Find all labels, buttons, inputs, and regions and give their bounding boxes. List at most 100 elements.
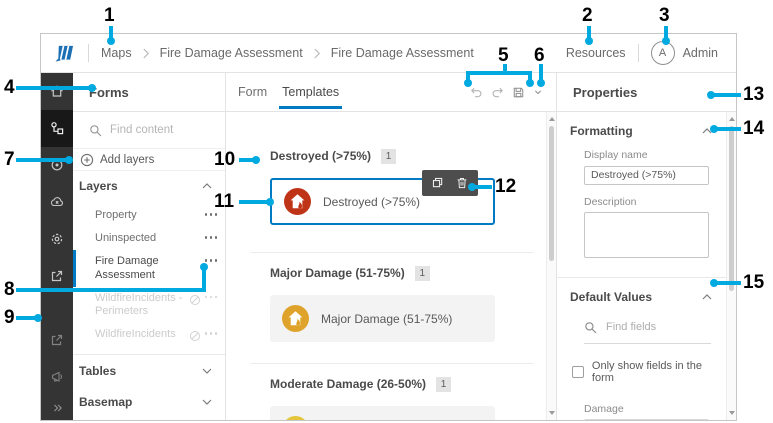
layer-name: Property: [95, 209, 137, 221]
scroll-down-arrow-icon[interactable]: [549, 411, 555, 415]
callout-number-4: 4: [4, 77, 15, 98]
breadcrumb-page: Fire Damage Assessment: [330, 46, 474, 60]
delete-trash-icon[interactable]: [455, 176, 469, 190]
chevron-up-icon[interactable]: [702, 293, 712, 300]
template-group-title: Moderate Damage (26-50%): [270, 377, 427, 391]
editor-toolbar: [469, 73, 544, 111]
callout-dot: [662, 37, 670, 45]
nav-rail: [41, 73, 73, 420]
top-bar: Maps Fire Damage Assessment Fire Damage …: [41, 34, 736, 73]
layer-item-wildfire-incidents[interactable]: WildfireIncidents: [73, 323, 225, 347]
template-card-label: Major Damage (51-75%): [321, 311, 453, 326]
layers-group-header[interactable]: Layers: [73, 171, 225, 201]
callout-dot: [107, 37, 115, 45]
layer-name: WildfireIncidents: [95, 328, 176, 341]
callout-line: [16, 288, 206, 292]
callout-number-14: 14: [743, 118, 765, 139]
arcgis-logo-icon: [53, 44, 76, 63]
template-card-destroyed[interactable]: Destroyed (>75%): [270, 170, 495, 225]
overflow-menu-icon[interactable]: [204, 292, 217, 299]
search-input[interactable]: [110, 124, 210, 136]
display-name-field[interactable]: [584, 165, 709, 185]
template-group-moderate: Moderate Damage (26-50%) 1: [250, 363, 534, 420]
add-layers-button[interactable]: Add layers: [73, 149, 225, 171]
damage-field-value[interactable]: [584, 419, 709, 420]
duplicate-icon[interactable]: [431, 176, 445, 190]
nav-open-map-viewer-button[interactable]: [41, 321, 73, 358]
settings-gear-icon: [49, 231, 65, 247]
basemap-group-header[interactable]: Basemap: [73, 386, 225, 417]
breadcrumb-map-name[interactable]: Fire Damage Assessment: [160, 46, 303, 60]
user-menu[interactable]: Admin: [683, 46, 718, 60]
formatting-section-header[interactable]: Formatting: [569, 112, 726, 138]
properties-scrollbar[interactable]: [726, 112, 736, 420]
scrollbar-thumb[interactable]: [729, 126, 734, 291]
open-in-map-viewer-icon: [49, 332, 65, 348]
scroll-up-arrow-icon[interactable]: [549, 117, 555, 121]
checkbox-unchecked-icon[interactable]: [572, 365, 584, 378]
save-menu-chevron-icon[interactable]: [532, 86, 544, 98]
topbar-divider: [88, 44, 89, 62]
nav-collapse-button[interactable]: [41, 395, 73, 420]
save-icon[interactable]: [511, 85, 526, 100]
layer-item-uninspected[interactable]: Uninspected: [73, 227, 225, 250]
nav-geofences-button[interactable]: [41, 147, 73, 184]
nav-home-button[interactable]: [41, 73, 73, 110]
callout-number-8: 8: [4, 279, 15, 300]
tab-form[interactable]: Form: [235, 73, 270, 111]
forms-icon: [49, 120, 65, 136]
overflow-menu-icon[interactable]: [204, 232, 217, 239]
callout-line: [474, 185, 492, 189]
undo-icon[interactable]: [469, 85, 484, 100]
layer-name: WildfireIncidents - Perimeters: [95, 291, 183, 317]
callout-line: [16, 158, 68, 162]
redo-icon[interactable]: [490, 85, 505, 100]
share-icon: [49, 268, 65, 284]
find-fields-search[interactable]: [584, 321, 711, 344]
layer-item-wildfire-perimeters[interactable]: WildfireIncidents - Perimeters: [73, 287, 225, 323]
layer-item-property[interactable]: Property: [73, 204, 225, 227]
checkbox-label: Only show fields in the form: [591, 359, 702, 384]
template-card-moderate[interactable]: Moderate Damage (26-50%): [270, 406, 495, 420]
scroll-up-arrow-icon[interactable]: [729, 117, 735, 121]
callout-line: [713, 93, 741, 97]
description-field[interactable]: [584, 211, 709, 258]
description-label: Description: [584, 195, 637, 208]
only-show-fields-option[interactable]: Only show fields in the form: [572, 360, 726, 384]
find-fields-input[interactable]: [606, 321, 696, 333]
chevron-down-icon: [202, 399, 212, 405]
template-card-label: Destroyed (>75%): [323, 194, 421, 209]
major-damage-symbol-icon: [282, 305, 309, 332]
nav-feedback-button[interactable]: [41, 358, 73, 395]
resources-link[interactable]: Resources: [566, 46, 626, 60]
avatar[interactable]: A: [650, 41, 675, 65]
overflow-menu-icon[interactable]: [204, 328, 217, 335]
forms-panel: Forms Add layers Layers: [73, 73, 226, 420]
template-count-badge: 1: [436, 376, 452, 392]
not-supported-icon: [189, 328, 201, 342]
scroll-down-arrow-icon[interactable]: [729, 411, 735, 415]
default-values-section-header[interactable]: Default Values: [569, 278, 726, 304]
nav-offline-button[interactable]: [41, 184, 73, 221]
chevron-right-icon: [142, 48, 150, 59]
callout-line: [239, 200, 268, 204]
overflow-menu-icon[interactable]: [204, 255, 217, 262]
scrollbar-thumb[interactable]: [549, 126, 554, 261]
callout-number-5: 5: [498, 45, 509, 66]
callout-line: [716, 281, 741, 285]
breadcrumb-maps[interactable]: Maps: [101, 46, 132, 60]
chevron-down-icon: [202, 368, 212, 374]
tables-group-header[interactable]: Tables: [73, 355, 225, 386]
callout-number-15: 15: [743, 272, 765, 293]
callout-dot: [88, 84, 96, 92]
template-card-major[interactable]: Major Damage (51-75%): [270, 295, 495, 342]
callout-number-1: 1: [104, 5, 115, 26]
nav-settings-button[interactable]: [41, 221, 73, 258]
callout-dot: [526, 79, 534, 87]
find-content-search[interactable]: [73, 112, 225, 149]
tab-templates[interactable]: Templates: [279, 73, 343, 111]
topbar-divider: [637, 44, 639, 62]
layer-name: Uninspected: [95, 232, 157, 245]
templates-scrollbar[interactable]: [546, 112, 556, 420]
nav-forms-button[interactable]: [41, 109, 73, 147]
